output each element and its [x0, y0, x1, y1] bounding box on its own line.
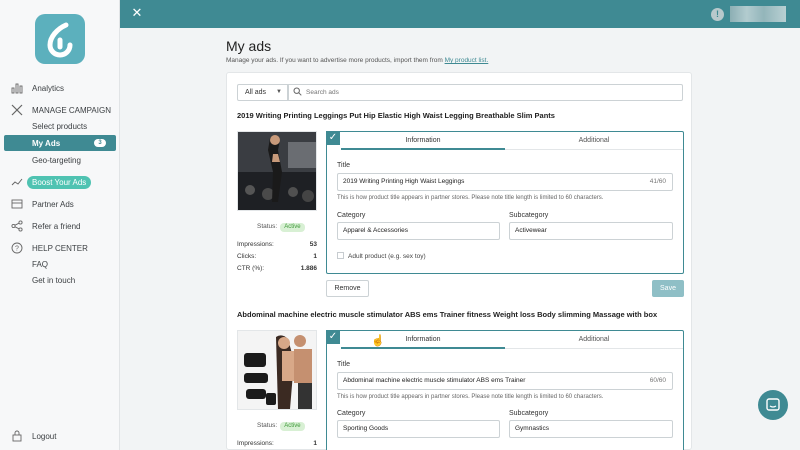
checkmark-icon[interactable]: ✓	[326, 131, 340, 145]
app-logo[interactable]	[35, 14, 85, 64]
share-icon	[11, 220, 23, 232]
sidebar-section-label: HELP CENTER	[32, 243, 88, 253]
search-box[interactable]	[287, 84, 683, 101]
sidebar-item-partner-ads[interactable]: Partner Ads	[0, 196, 120, 212]
page-title: My ads	[226, 38, 272, 54]
adult-product-checkbox[interactable]: Adult product (e.g. sex toy)	[337, 252, 426, 260]
sidebar-item-my-ads[interactable]: My Ads 3	[4, 135, 116, 151]
impressions-row: Impressions: 1	[237, 440, 317, 447]
clicks-value: 1	[313, 253, 317, 260]
category-label: Category	[337, 212, 366, 219]
sidebar-item-label: Logout	[32, 431, 57, 441]
subcategory-select[interactable]: Gymnastics	[509, 420, 673, 438]
ads-filter-select[interactable]: All ads ▼	[237, 84, 289, 101]
sidebar-item-label: My Ads	[32, 138, 61, 148]
sidebar-item-label: Refer a friend	[32, 221, 81, 231]
tab-additional[interactable]: Additional	[505, 331, 683, 349]
sidebar-item-logout[interactable]: Logout	[0, 428, 120, 444]
top-bar: ✕ !	[120, 0, 800, 28]
title-char-count: 60/60	[649, 377, 666, 384]
product-image	[237, 330, 317, 410]
status-badge: Active	[280, 422, 305, 431]
boost-your-ads-button[interactable]: Boost Your Ads	[27, 176, 92, 189]
clicks-row: Clicks: 1	[237, 253, 317, 260]
product-image	[237, 131, 317, 211]
main-content: My ads Manage your ads. If you want to a…	[120, 28, 800, 450]
sidebar-item-label: Select products	[32, 121, 88, 131]
sidebar-section-help-center: ? HELP CENTER	[0, 240, 120, 256]
ads-card: All ads ▼ 2019 Writing Printing Leggings…	[226, 72, 692, 450]
remove-button[interactable]: Remove	[326, 280, 369, 297]
sidebar: Analytics MANAGE CAMPAIGN Select product…	[0, 0, 120, 450]
trend-icon	[0, 174, 26, 190]
page-subtitle: Manage your ads. If you want to advertis…	[226, 57, 489, 64]
sidebar-section-manage-campaign: MANAGE CAMPAIGN	[0, 102, 120, 118]
sidebar-item-select-products[interactable]: Select products	[0, 118, 120, 134]
product-name: 2019 Writing Printing Leggings Put Hip E…	[237, 111, 555, 120]
sidebar-item-refer-a-friend[interactable]: Refer a friend	[0, 218, 120, 234]
impressions-value: 53	[309, 241, 317, 248]
checkbox-box[interactable]	[337, 252, 344, 259]
subcategory-label: Subcategory	[509, 212, 549, 219]
ads-count-badge: 3	[94, 139, 106, 147]
tools-icon	[11, 104, 23, 116]
status-row: Status: Active	[257, 422, 305, 431]
category-select[interactable]: Apparel & Accessories	[337, 222, 500, 240]
title-hint: This is how product title appears in par…	[337, 394, 604, 400]
sidebar-item-analytics[interactable]: Analytics	[0, 80, 120, 96]
title-char-count: 41/60	[649, 178, 666, 185]
impressions-row: Impressions: 53	[237, 241, 317, 248]
title-label: Title	[337, 162, 350, 169]
title-label: Title	[337, 361, 350, 368]
ctr-row: CTR (%): 1.886	[237, 265, 317, 272]
chevron-down-icon: ▼	[276, 89, 282, 95]
lock-icon	[11, 430, 23, 442]
title-hint: This is how product title appears in par…	[337, 195, 604, 201]
sidebar-item-label: Analytics	[32, 83, 65, 93]
user-avatar[interactable]	[730, 6, 786, 22]
chat-support-button[interactable]	[758, 390, 788, 420]
search-icon	[293, 87, 302, 98]
mouse-cursor-icon: ☝	[371, 335, 385, 347]
sidebar-item-geo-targeting[interactable]: Geo-targeting	[0, 152, 120, 168]
search-input[interactable]	[306, 87, 676, 98]
bar-chart-icon	[11, 82, 23, 94]
product-name: Abdominal machine electric muscle stimul…	[237, 310, 658, 319]
category-label: Category	[337, 410, 366, 417]
save-button[interactable]: Save	[652, 280, 684, 297]
chat-icon	[766, 398, 780, 411]
impressions-value: 1	[313, 440, 317, 447]
title-field[interactable]: Abdominal machine electric muscle stimul…	[337, 372, 673, 390]
sidebar-item-label: Geo-targeting	[32, 155, 81, 165]
tab-additional[interactable]: Additional	[505, 132, 683, 150]
help-icon: ?	[11, 242, 23, 254]
tab-information[interactable]: Information	[341, 331, 505, 349]
sidebar-item-get-in-touch[interactable]: Get in touch	[0, 272, 120, 288]
status-row: Status: Active	[257, 223, 305, 232]
close-icon[interactable]: ✕	[130, 6, 144, 20]
subcategory-label: Subcategory	[509, 410, 549, 417]
info-icon[interactable]: !	[711, 8, 724, 21]
subcategory-select[interactable]: Activewear	[509, 222, 673, 240]
checkmark-icon[interactable]: ✓	[326, 330, 340, 344]
ad-edit-panel: ✓ Information Additional Title 2019 Writ…	[326, 131, 684, 274]
sidebar-item-faq[interactable]: FAQ	[0, 256, 120, 272]
category-select[interactable]: Sporting Goods	[337, 420, 500, 438]
sidebar-item-label: Partner Ads	[32, 199, 74, 209]
title-field[interactable]: 2019 Writing Printing High Waist Legging…	[337, 173, 673, 191]
sidebar-item-label: FAQ	[32, 259, 49, 269]
tab-information[interactable]: Information	[341, 132, 505, 150]
ctr-value: 1.886	[300, 265, 317, 272]
my-product-list-link[interactable]: My product list.	[445, 57, 489, 64]
sidebar-section-label: MANAGE CAMPAIGN	[32, 105, 111, 115]
status-badge: Active	[280, 223, 305, 232]
svg-text:?: ?	[15, 246, 19, 253]
ad-edit-panel: ✓ Information Additional Title Abdominal…	[326, 330, 684, 450]
partner-icon	[11, 198, 23, 210]
sidebar-item-label: Get in touch	[32, 275, 76, 285]
